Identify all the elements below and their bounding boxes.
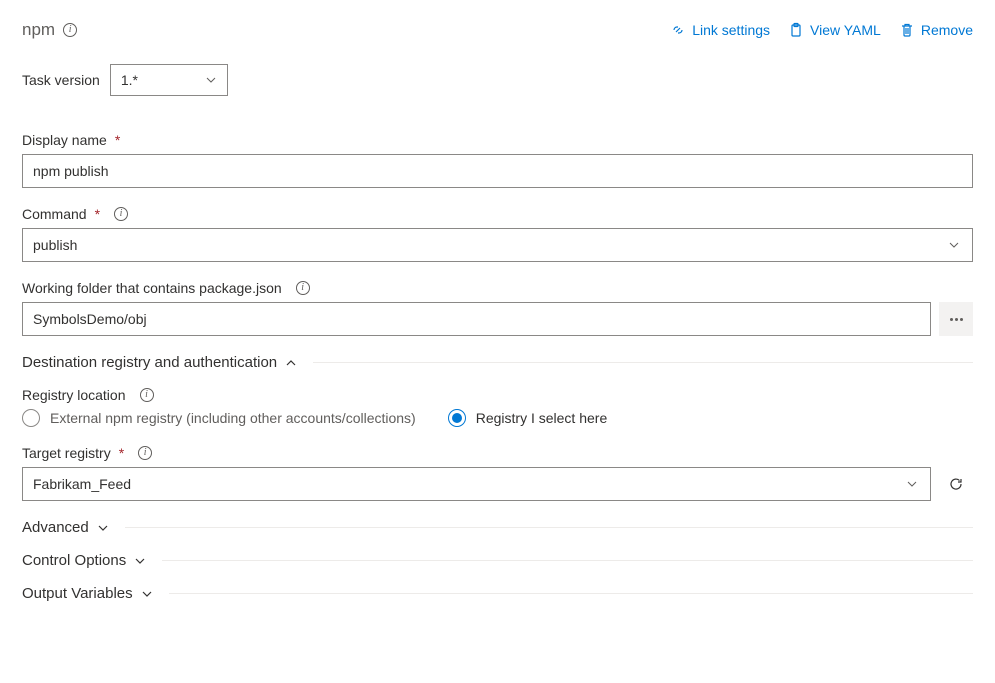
radio-here-label: Registry I select here: [476, 410, 608, 426]
refresh-icon: [948, 476, 964, 492]
chevron-down-icon: [141, 588, 153, 600]
radio-select-here[interactable]: Registry I select here: [448, 409, 608, 427]
destination-section-header[interactable]: Destination registry and authentication: [22, 354, 973, 371]
chevron-down-icon: [97, 522, 109, 534]
task-version-label: Task version: [22, 72, 100, 88]
task-version-select[interactable]: 1.*: [110, 64, 228, 96]
browse-button[interactable]: [939, 302, 973, 336]
radio-external-label: External npm registry (including other a…: [50, 410, 416, 426]
output-variables-section-header[interactable]: Output Variables: [22, 585, 973, 602]
output-variables-label: Output Variables: [22, 585, 133, 602]
trash-icon: [899, 22, 915, 38]
remove-button[interactable]: Remove: [899, 22, 973, 38]
info-icon[interactable]: i: [114, 207, 128, 221]
clipboard-icon: [788, 22, 804, 38]
task-title: npm: [22, 20, 55, 40]
registry-location-label: Registry location i: [22, 387, 973, 403]
task-version-row: Task version 1.*: [22, 64, 973, 96]
chevron-down-icon: [134, 555, 146, 567]
ellipsis-icon: [950, 318, 963, 321]
target-registry-select[interactable]: Fabrikam_Feed: [22, 467, 931, 501]
command-select[interactable]: publish: [22, 228, 973, 262]
view-yaml-button[interactable]: View YAML: [788, 22, 881, 38]
info-icon[interactable]: i: [296, 281, 310, 295]
remove-label: Remove: [921, 22, 973, 38]
command-label: Command* i: [22, 206, 973, 222]
link-settings-button[interactable]: Link settings: [670, 22, 770, 38]
display-name-input[interactable]: [22, 154, 973, 188]
refresh-button[interactable]: [939, 467, 973, 501]
display-name-label: Display name*: [22, 132, 973, 148]
link-settings-label: Link settings: [692, 22, 770, 38]
target-registry-label: Target registry* i: [22, 445, 973, 461]
radio-unchecked-icon: [22, 409, 40, 427]
task-header: npm i: [22, 20, 77, 40]
advanced-section-header[interactable]: Advanced: [22, 519, 973, 536]
control-options-section-header[interactable]: Control Options: [22, 552, 973, 569]
control-options-label: Control Options: [22, 552, 126, 569]
link-icon: [670, 22, 686, 38]
destination-section-label: Destination registry and authentication: [22, 354, 277, 371]
header-actions: Link settings View YAML Remove: [670, 22, 973, 38]
chevron-up-icon: [285, 357, 297, 369]
view-yaml-label: View YAML: [810, 22, 881, 38]
radio-external-registry[interactable]: External npm registry (including other a…: [22, 409, 416, 427]
info-icon[interactable]: i: [63, 23, 77, 37]
info-icon[interactable]: i: [138, 446, 152, 460]
working-folder-input[interactable]: [22, 302, 931, 336]
radio-checked-icon: [448, 409, 466, 427]
advanced-section-label: Advanced: [22, 519, 89, 536]
working-folder-label: Working folder that contains package.jso…: [22, 280, 973, 296]
info-icon[interactable]: i: [140, 388, 154, 402]
